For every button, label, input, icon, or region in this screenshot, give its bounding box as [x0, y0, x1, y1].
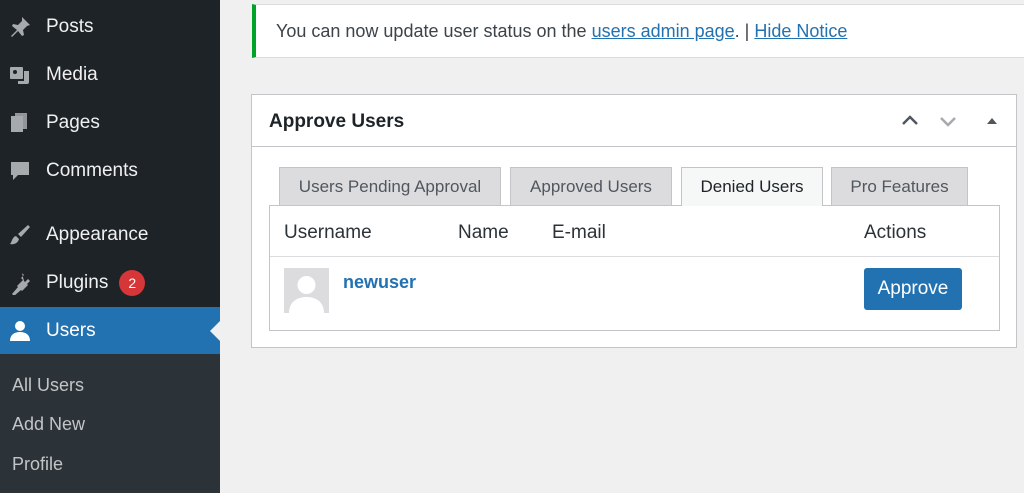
- admin-notice: You can now update user status on the us…: [252, 4, 1024, 58]
- collapse-toggle-icon[interactable]: [980, 109, 1004, 133]
- panel-title: Approve Users: [269, 111, 405, 132]
- hide-notice-link[interactable]: Hide Notice: [754, 21, 847, 42]
- sidebar-item-label: Media: [46, 64, 98, 85]
- users-submenu: All Users Add New Profile: [0, 354, 220, 493]
- pages-icon: [7, 110, 33, 136]
- sidebar-item-posts[interactable]: Posts: [0, 3, 220, 51]
- sidebar-item-appearance[interactable]: Appearance: [0, 211, 220, 259]
- sidebar-item-media[interactable]: Media: [0, 51, 220, 99]
- submenu-profile[interactable]: Profile: [12, 454, 63, 475]
- username-link[interactable]: newuser: [343, 272, 416, 293]
- notice-text: You can now update user status on the: [276, 20, 592, 41]
- column-header-username: Username: [284, 222, 372, 243]
- sidebar-item-comments[interactable]: Comments: [0, 147, 220, 195]
- tab-users-pending-approval[interactable]: Users Pending Approval: [279, 167, 501, 205]
- approve-button[interactable]: Approve: [864, 268, 962, 310]
- admin-sidebar: Posts Media Pages Comments Appearance Pl…: [0, 0, 220, 493]
- sidebar-item-pages[interactable]: Pages: [0, 99, 220, 147]
- column-header-email: E-mail: [552, 222, 606, 243]
- sidebar-item-label: Plugins: [46, 272, 109, 293]
- pin-icon: [7, 14, 33, 40]
- tab-approved-users[interactable]: Approved Users: [510, 167, 672, 205]
- move-up-icon[interactable]: [898, 109, 922, 133]
- sidebar-item-label: Appearance: [46, 224, 149, 245]
- brush-icon: [7, 222, 33, 248]
- header-divider: [270, 256, 999, 257]
- avatar: [284, 268, 329, 313]
- sidebar-item-label: Posts: [46, 16, 94, 37]
- update-count-badge: 2: [119, 270, 146, 296]
- sidebar-item-label: Pages: [46, 112, 100, 133]
- sidebar-item-plugins[interactable]: Plugins 2: [0, 259, 220, 307]
- plug-icon: [7, 270, 33, 296]
- users-table: Username Name E-mail Actions newuser App…: [269, 205, 1000, 331]
- tab-denied-users[interactable]: Denied Users: [681, 167, 823, 206]
- move-down-icon[interactable]: [936, 109, 960, 133]
- panel-header: Approve Users: [252, 95, 1016, 147]
- sidebar-item-users[interactable]: Users: [0, 307, 220, 355]
- notice-separator: . |: [734, 20, 755, 41]
- users-admin-page-link[interactable]: users admin page: [592, 21, 735, 42]
- approve-users-panel: Approve Users Users Pending Approval App…: [251, 94, 1017, 348]
- column-header-actions: Actions: [864, 222, 927, 243]
- user-icon: [7, 318, 33, 344]
- column-header-name: Name: [458, 222, 509, 243]
- sidebar-item-label: Users: [46, 320, 96, 341]
- sidebar-item-label: Comments: [46, 160, 138, 181]
- tab-pro-features[interactable]: Pro Features: [831, 167, 968, 205]
- comment-icon: [7, 158, 33, 184]
- submenu-all-users[interactable]: All Users: [12, 375, 84, 396]
- media-icon: [7, 62, 33, 88]
- submenu-add-new[interactable]: Add New: [12, 414, 85, 435]
